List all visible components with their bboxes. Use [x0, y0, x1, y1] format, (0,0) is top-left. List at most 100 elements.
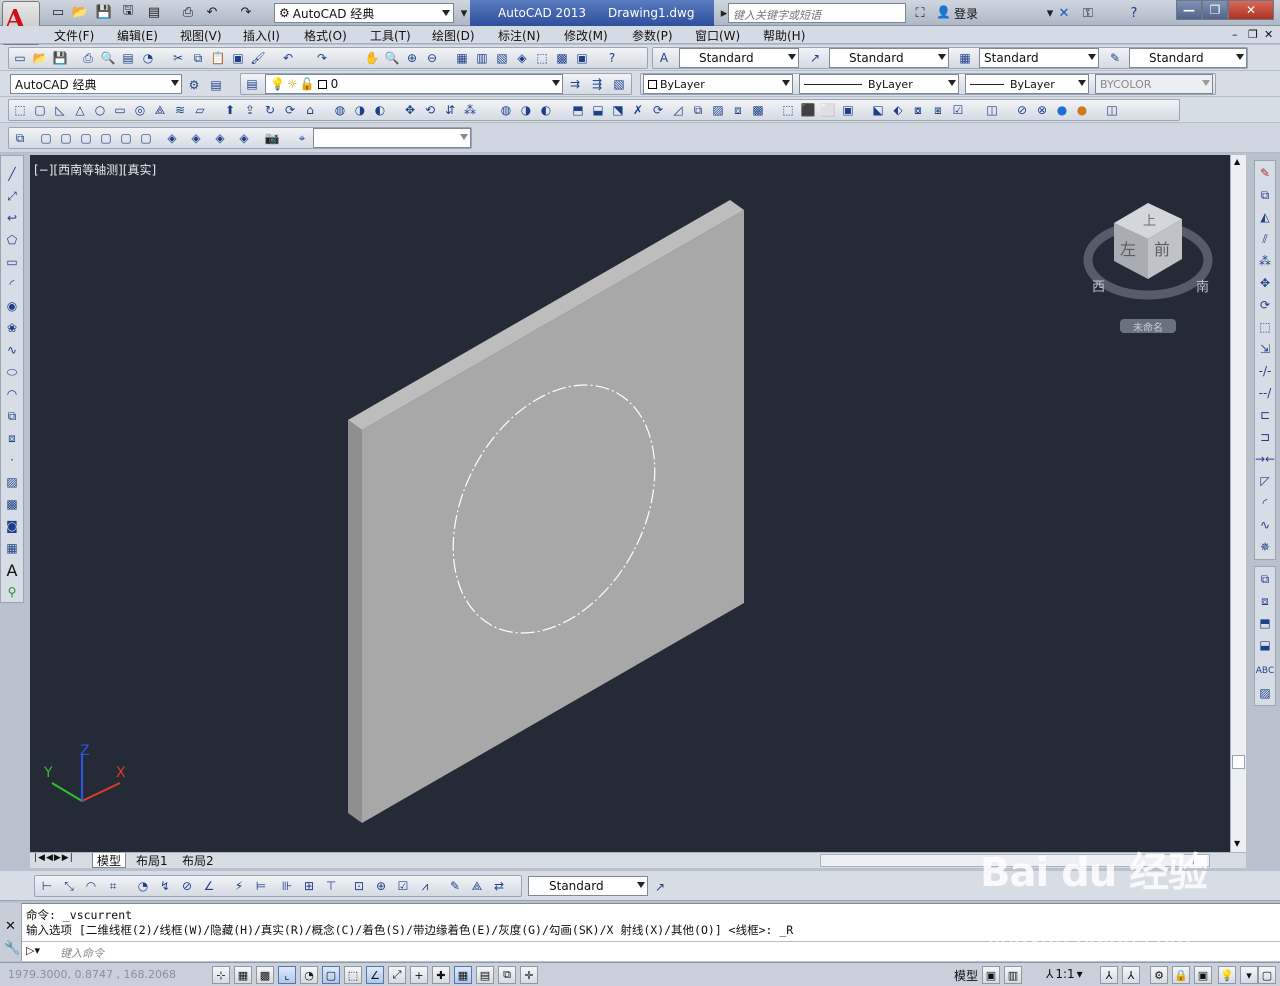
scroll-down-icon[interactable]: ▼ — [1234, 839, 1240, 848]
ordinate-dim-icon[interactable]: ⌗ — [105, 878, 121, 894]
solid-union-icon[interactable]: ◍ — [498, 102, 514, 118]
workspace-toolbar-combo[interactable]: AutoCAD 经典 — [10, 74, 182, 94]
imprint-icon[interactable]: ⬚ — [780, 102, 796, 118]
tab-layout1[interactable]: 布局1 — [132, 853, 172, 868]
named-ucs-combo[interactable] — [313, 128, 471, 148]
intersect-icon[interactable]: ◐ — [372, 102, 388, 118]
mleader-style-combo[interactable]: Standard — [1129, 48, 1247, 68]
save-as-icon[interactable]: 🖫 — [118, 2, 138, 22]
jogged-dim-icon[interactable]: ↯ — [157, 878, 173, 894]
quick-properties-icon[interactable]: ▤ — [476, 966, 494, 984]
pyramid-icon[interactable]: ⟁ — [152, 102, 168, 118]
auto-scale-icon[interactable]: ⅄ — [1122, 966, 1140, 984]
markup-icon[interactable]: ⬚ — [534, 50, 550, 66]
text-style-combo[interactable]: Standard — [679, 48, 799, 68]
scroll-up-icon[interactable]: ▲ — [1234, 157, 1240, 166]
left-view-icon[interactable]: ▢ — [78, 130, 94, 146]
join-icon[interactable]: →← — [1255, 451, 1275, 467]
send-to-back-icon[interactable]: ⧈ — [1257, 593, 1273, 609]
dim-style-icon[interactable]: ↗ — [807, 50, 823, 66]
copy-edges-icon[interactable]: ⧈ — [730, 102, 746, 118]
workspace-save-icon[interactable]: ▤ — [208, 77, 224, 93]
layer-states-icon[interactable]: ▧ — [611, 76, 627, 92]
shaded-icon[interactable]: ● — [1054, 102, 1070, 118]
table-style-combo[interactable]: Standard — [979, 48, 1099, 68]
undo-icon[interactable]: ↶ — [280, 50, 296, 66]
dim-space-icon[interactable]: ⊞ — [301, 878, 317, 894]
open-icon[interactable]: 📂 — [32, 50, 48, 66]
revolve-icon[interactable]: ⟳ — [282, 102, 298, 118]
tab-nav-arrows-icon[interactable]: |◀◀▶▶| — [34, 853, 74, 863]
menu-insert[interactable]: 插入(I) — [243, 27, 280, 44]
cut-icon[interactable]: ✂ — [170, 50, 186, 66]
trim-icon[interactable]: -/- — [1257, 363, 1273, 379]
login-button[interactable]: 👤 登录 — [936, 5, 978, 22]
dynamic-ucs-icon[interactable]: ⤢ — [388, 966, 406, 984]
menu-tools[interactable]: 工具(T) — [370, 27, 411, 44]
fillet-icon[interactable]: ◜ — [1257, 495, 1273, 511]
transparency-icon[interactable]: ▦ — [454, 966, 472, 984]
quick-dim-icon[interactable]: ⚡ — [231, 878, 247, 894]
selection-cycling-icon[interactable]: ⧉ — [498, 966, 516, 984]
realistic-icon[interactable]: ◫ — [984, 102, 1000, 118]
maximize-button[interactable]: ❐ — [1202, 0, 1228, 20]
multiline-text-icon[interactable]: A — [4, 561, 20, 580]
point-icon[interactable]: · — [4, 452, 20, 468]
close-button[interactable]: ✕ — [1228, 0, 1274, 20]
otrack-icon[interactable]: ∠ — [366, 966, 384, 984]
polar-tracking-icon[interactable]: ◔ — [300, 966, 318, 984]
redo-icon[interactable]: ↷ — [236, 2, 256, 22]
hatch-icon[interactable]: ▨ — [4, 474, 20, 490]
binoculars-icon[interactable]: ⛶ — [910, 3, 930, 23]
cone-icon[interactable]: △ — [72, 102, 88, 118]
linetype-combo[interactable]: ByLayer — [799, 74, 959, 94]
drawing-viewport[interactable]: [−][西南等轴测][真实] X Y Z 上 左 前 西 南 未命名 — [30, 155, 1230, 852]
doc-minimize-icon[interactable]: – — [1232, 28, 1238, 41]
workspace-switch-icon[interactable]: ⚙ — [1150, 966, 1168, 984]
line-icon[interactable]: ╱ — [4, 166, 20, 182]
save-icon[interactable]: 💾 — [52, 50, 68, 66]
model-space-toggle[interactable]: 模型 — [954, 967, 978, 984]
baseline-dim-icon[interactable]: ⊨ — [253, 878, 269, 894]
arc-length-icon[interactable]: ◠ — [83, 878, 99, 894]
dim-edit-icon[interactable]: ✎ — [447, 878, 463, 894]
table-style-icon[interactable]: ▦ — [957, 50, 973, 66]
construction-line-icon[interactable]: ⤢ — [4, 188, 20, 204]
copy-object-icon[interactable]: ⧉ — [1257, 187, 1273, 203]
extend-icon[interactable]: --/ — [1257, 385, 1273, 401]
explode-icon[interactable]: ✵ — [1257, 539, 1273, 555]
union-icon[interactable]: ◍ — [332, 102, 348, 118]
zoom-realtime-icon[interactable]: 🔍 — [384, 50, 400, 66]
helix-icon[interactable]: ≋ — [172, 102, 188, 118]
sheet-set-icon[interactable]: ◈ — [514, 50, 530, 66]
chamfer-icon[interactable]: ◸ — [1257, 473, 1273, 489]
match-properties-icon[interactable]: 🖌 — [250, 50, 266, 66]
ortho-mode-icon[interactable]: ⌞ — [278, 966, 296, 984]
new-file-icon[interactable]: ▭ — [48, 2, 68, 22]
text-front-icon[interactable]: ABC — [1256, 663, 1274, 679]
3d-align-icon[interactable]: ⇵ — [442, 102, 458, 118]
print-icon[interactable]: ⎙ — [178, 2, 198, 22]
named-views-icon[interactable]: ⧉ — [12, 130, 28, 146]
bring-above-icon[interactable]: ⬒ — [1257, 615, 1273, 631]
clean-screen-icon[interactable]: ▢ — [1258, 966, 1276, 984]
hidden-icon[interactable]: ⊗ — [1034, 102, 1050, 118]
solid-intersect-icon[interactable]: ◐ — [538, 102, 554, 118]
box-icon[interactable]: ▢ — [32, 102, 48, 118]
doc-restore-icon[interactable]: ❐ — [1248, 28, 1258, 41]
jogged-linear-icon[interactable]: ⩘ — [417, 878, 433, 894]
shell-icon[interactable]: ▣ — [840, 102, 856, 118]
quickcalc-icon[interactable]: ▣ — [574, 50, 590, 66]
help-icon[interactable]: ? — [1124, 3, 1144, 23]
dim-update-icon[interactable]: ⇄ — [491, 878, 507, 894]
add-selected-icon[interactable]: ⚲ — [4, 584, 20, 600]
revcloud-icon[interactable]: ❀ — [4, 320, 20, 336]
separate-icon[interactable]: ⬜ — [820, 102, 836, 118]
sphere-icon[interactable]: ○ — [92, 102, 108, 118]
3d-print-icon[interactable]: ◔ — [140, 50, 156, 66]
layer-previous-icon[interactable]: ⇶ — [589, 76, 605, 92]
3d-osnap-icon[interactable]: ⬚ — [344, 966, 362, 984]
make-current-icon[interactable]: ⇉ — [567, 76, 583, 92]
doc-close-icon[interactable]: ✕ — [1264, 28, 1273, 41]
quick-view-layouts-icon[interactable]: ▣ — [982, 966, 1000, 984]
